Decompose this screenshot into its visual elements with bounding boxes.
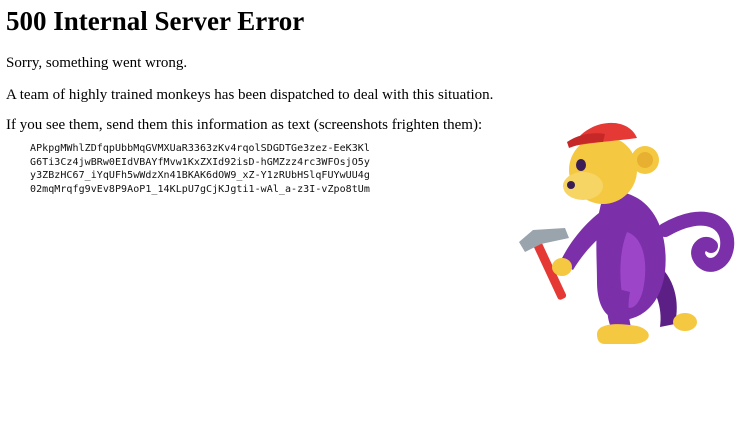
error-code-block[interactable]: APkpgMWhlZDfqpUbbMqGVMXUaR3363zKv4rqolSD…: [30, 142, 370, 196]
monkey-back-foot: [673, 313, 697, 331]
monkey-illustration: [519, 122, 735, 344]
monkey-inner-ear: [637, 152, 653, 168]
error-code-line[interactable]: 02mqMrqfg9vEv8P9AoP1_14KLpU7gCjKJgti1-wA…: [30, 183, 370, 197]
error-message-apology: Sorry, something went wrong.: [6, 55, 188, 71]
monkey-tail: [658, 211, 735, 272]
error-code-line[interactable]: y3ZBzHC67_iYqUFh5wWdzXn41BKAK6dOW9_xZ-Y1…: [30, 169, 370, 183]
error-message-instructions: If you see them, send them this informat…: [6, 117, 483, 133]
monkey-nose: [567, 181, 575, 189]
error-code-line[interactable]: G6Ti3Cz4jwBRw0EIdVBAYfMvw1KxZXId92isD-hG…: [30, 156, 370, 170]
monkey-front-foot: [597, 324, 649, 344]
error-message-monkeys: A team of highly trained monkeys has bee…: [6, 87, 494, 103]
error-code-line[interactable]: APkpgMWhlZDfqpUbbMqGVMXUaR3363zKv4rqolSD…: [30, 142, 370, 156]
monkey-hand: [552, 258, 572, 276]
page-title: 500 Internal Server Error: [6, 6, 305, 36]
monkey-eye: [576, 159, 586, 171]
